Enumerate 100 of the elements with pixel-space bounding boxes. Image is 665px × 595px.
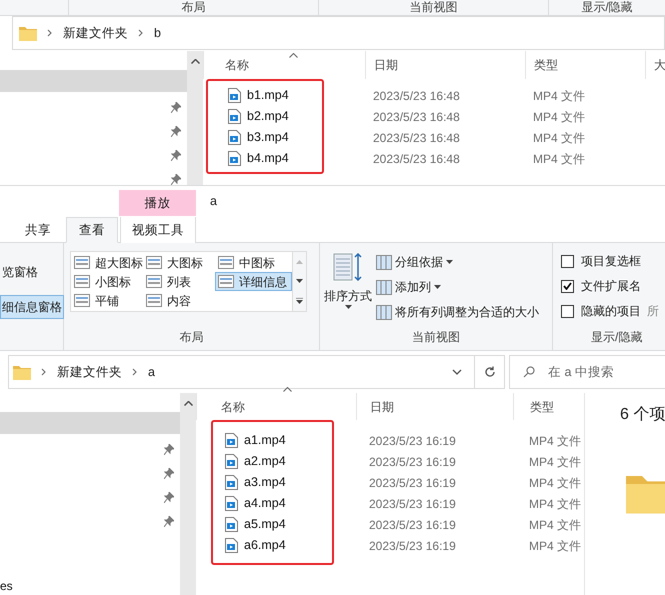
- file-name[interactable]: a1.mp4: [244, 431, 286, 450]
- chevron-right-icon: [138, 29, 144, 38]
- file-type: MP4 文件: [533, 130, 586, 146]
- refresh-icon: [484, 366, 496, 378]
- video-file-icon: [225, 538, 238, 553]
- file-type: MP4 文件: [533, 150, 586, 168]
- column-header[interactable]: 类型: [530, 398, 554, 416]
- folder-icon: [19, 25, 37, 42]
- column-header[interactable]: 名称: [225, 56, 249, 74]
- column-header[interactable]: 类型: [534, 56, 558, 74]
- gallery-expand-icon[interactable]: [296, 298, 303, 304]
- caret-icon: [446, 260, 453, 264]
- view-icon: [218, 275, 234, 288]
- view-command[interactable]: 分组依据: [376, 253, 539, 271]
- view-command[interactable]: 将所有列调整为合适的大小: [376, 303, 539, 321]
- view-icon: [146, 256, 162, 269]
- cut-label: 所: [647, 303, 659, 320]
- view-icon: [146, 294, 162, 307]
- address-bar[interactable]: 新建文件夹 a: [8, 355, 505, 389]
- file-name[interactable]: a5.mp4: [244, 515, 286, 534]
- view-icon: [74, 294, 90, 307]
- breadcrumb-item[interactable]: 新建文件夹: [63, 24, 128, 43]
- pin-icon[interactable]: [164, 444, 174, 455]
- file-date: 2023/5/23 16:48: [373, 130, 460, 146]
- search-field[interactable]: 在 a 中搜索: [509, 355, 665, 389]
- column-header[interactable]: 日期: [370, 398, 394, 416]
- file-date: 2023/5/23 16:19: [369, 474, 456, 492]
- layout-option[interactable]: 大图标: [143, 253, 215, 272]
- ribbon-group-label: 布局: [182, 0, 206, 15]
- context-tab[interactable]: 播放: [119, 190, 196, 216]
- checkbox-label[interactable]: 项目复选框: [581, 252, 641, 270]
- ribbon-tab[interactable]: 共享: [12, 217, 64, 243]
- caret-icon: [344, 305, 352, 309]
- pin-icon[interactable]: [171, 102, 181, 113]
- file-type: MP4 文件: [529, 432, 582, 450]
- breadcrumb-item[interactable]: 新建文件夹: [57, 362, 122, 382]
- column-icon: [376, 280, 392, 294]
- scroll-up-icon[interactable]: [184, 401, 192, 406]
- file-name[interactable]: b1.mp4: [247, 86, 289, 105]
- checkbox-label[interactable]: 隐藏的项目: [581, 302, 641, 320]
- checkbox[interactable]: [561, 304, 574, 318]
- file-type: MP4 文件: [529, 516, 582, 534]
- file-type: MP4 文件: [533, 88, 586, 104]
- scrollbar[interactable]: [187, 51, 203, 185]
- pin-icon[interactable]: [171, 150, 181, 161]
- ribbon-group-label: 当前视图: [412, 329, 460, 346]
- chevron-right-icon: [132, 368, 138, 376]
- file-type: MP4 文件: [529, 496, 582, 512]
- layout-option[interactable]: 详细信息: [215, 272, 292, 291]
- column-header[interactable]: 日期: [374, 56, 398, 74]
- ribbon-group-label: 显示/隐藏: [581, 0, 633, 15]
- pin-icon[interactable]: [164, 516, 174, 527]
- file-type: MP4 文件: [529, 538, 582, 554]
- ribbon-group-label: 布局: [180, 329, 204, 346]
- breadcrumb-item[interactable]: b: [154, 24, 161, 43]
- file-type: MP4 文件: [529, 454, 582, 470]
- ribbon-tab[interactable]: 查看: [66, 217, 118, 243]
- checkbox-label[interactable]: 文件扩展名: [581, 277, 641, 295]
- checkbox[interactable]: [561, 280, 574, 292]
- column-header[interactable]: 名称: [221, 398, 245, 416]
- column-icon: [376, 254, 392, 270]
- file-date: 2023/5/23 16:19: [369, 516, 456, 534]
- folder-icon: [13, 364, 31, 380]
- sort-button[interactable]: 排序方式: [320, 251, 376, 321]
- pin-icon[interactable]: [164, 468, 174, 479]
- pin-icon[interactable]: [171, 126, 181, 137]
- view-icon: [74, 256, 90, 269]
- file-name[interactable]: b3.mp4: [247, 128, 289, 147]
- pin-icon[interactable]: [171, 174, 181, 185]
- ribbon-tab[interactable]: 视频工具: [120, 217, 196, 243]
- file-date: 2023/5/23 16:19: [369, 496, 456, 512]
- layout-option[interactable]: 超大图标: [71, 253, 143, 272]
- file-name[interactable]: a4.mp4: [244, 494, 286, 513]
- layout-option[interactable]: 小图标: [71, 272, 143, 291]
- checkbox[interactable]: [561, 254, 574, 268]
- file-name[interactable]: b2.mp4: [247, 107, 289, 126]
- file-name[interactable]: a2.mp4: [244, 452, 286, 471]
- pane-button[interactable]: 细信息窗格: [0, 295, 64, 319]
- layout-option[interactable]: 中图标: [215, 253, 292, 272]
- pin-icon[interactable]: [164, 492, 174, 503]
- scroll-up-icon[interactable]: [190, 59, 200, 64]
- layout-option[interactable]: 内容: [143, 291, 215, 310]
- details-count: 6 个项: [620, 405, 665, 425]
- view-command[interactable]: 添加列: [376, 278, 539, 296]
- video-file-icon: [228, 88, 241, 103]
- layout-option[interactable]: 平铺: [71, 291, 143, 310]
- file-name[interactable]: b4.mp4: [247, 149, 289, 168]
- breadcrumb-item[interactable]: a: [148, 362, 155, 382]
- dropdown-icon[interactable]: [452, 369, 462, 375]
- nav-item[interactable]: es: [0, 577, 13, 595]
- address-bar[interactable]: 新建文件夹 b: [12, 16, 665, 50]
- search-icon: [523, 366, 535, 378]
- file-name[interactable]: a6.mp4: [244, 536, 286, 555]
- file-name[interactable]: a3.mp4: [244, 473, 286, 492]
- pane-button[interactable]: 览窗格: [0, 260, 40, 284]
- scrollbar[interactable]: [180, 393, 196, 595]
- chevron-right-icon: [41, 368, 47, 376]
- video-file-icon: [225, 496, 238, 511]
- video-file-icon: [225, 454, 238, 469]
- layout-option[interactable]: 列表: [143, 272, 215, 291]
